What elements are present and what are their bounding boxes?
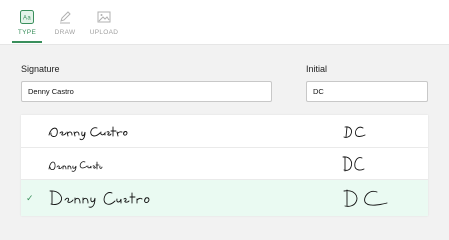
initial-label: Initial xyxy=(306,64,328,74)
tab-type[interactable]: Aa TYPE xyxy=(7,10,47,44)
svg-text:Aa: Aa xyxy=(23,16,31,22)
type-icon: Aa xyxy=(20,10,34,24)
signature-label: Signature xyxy=(21,64,60,74)
tab-type-label: TYPE xyxy=(17,29,37,36)
signature-preview xyxy=(48,126,128,141)
signature-preview xyxy=(49,190,150,208)
active-tab-indicator xyxy=(12,41,42,43)
initial-preview xyxy=(342,156,365,172)
initial-preview xyxy=(343,189,388,207)
initial-input[interactable]: DC xyxy=(306,81,428,102)
image-icon xyxy=(97,11,111,23)
signature-mode-tabs: Aa TYPE DRAW UPLOAD xyxy=(0,0,449,45)
pen-icon xyxy=(60,11,71,24)
tab-draw-label: DRAW xyxy=(54,29,76,36)
tab-upload-label: UPLOAD xyxy=(89,29,119,36)
checkmark-icon: ✓ xyxy=(26,193,34,203)
tab-upload[interactable]: UPLOAD xyxy=(84,10,124,44)
signature-preview xyxy=(48,161,103,172)
signature-style-list: ✓ xyxy=(21,115,428,216)
initial-preview xyxy=(343,126,366,138)
signature-style-option-selected[interactable]: ✓ xyxy=(21,180,428,216)
tab-draw[interactable]: DRAW xyxy=(45,10,85,44)
signature-style-option[interactable] xyxy=(21,148,428,180)
signature-style-option[interactable] xyxy=(21,115,428,148)
signature-input[interactable]: Denny Castro xyxy=(21,81,272,102)
